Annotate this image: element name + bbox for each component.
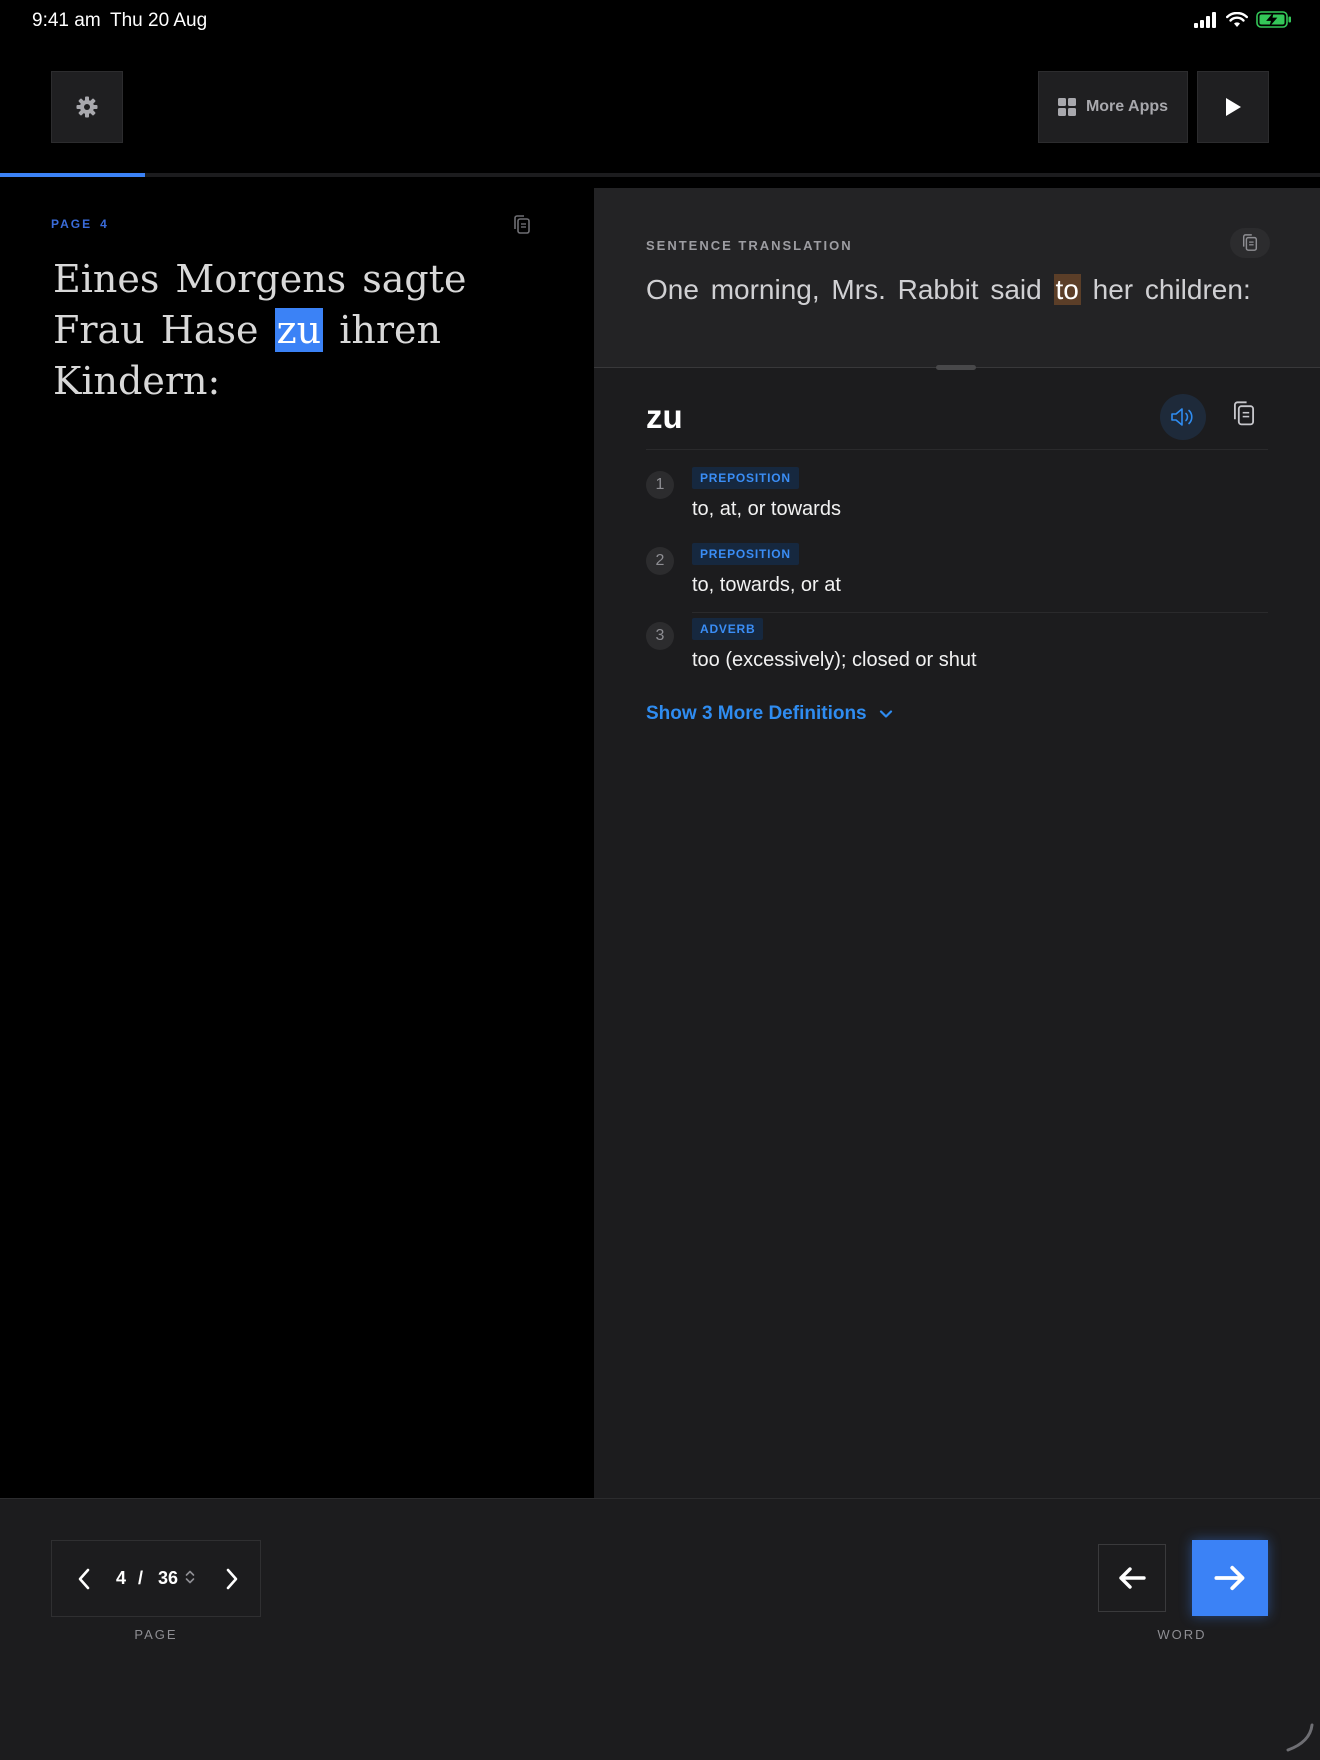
page-caption: PAGE <box>134 1627 178 1642</box>
headword-divider <box>646 449 1268 450</box>
wifi-icon <box>1226 11 1248 27</box>
headword: zu <box>646 398 683 435</box>
show-more-label: Show 3 More Definitions <box>646 703 867 724</box>
source-selected-word[interactable]: zu <box>274 308 324 352</box>
pronounce-button[interactable] <box>1160 394 1206 440</box>
next-page-button[interactable] <box>218 1565 246 1593</box>
definition-text: to, towards, or at <box>692 574 841 596</box>
definition-divider <box>692 612 1268 613</box>
speaker-icon <box>1171 408 1193 426</box>
play-button[interactable] <box>1197 71 1269 143</box>
apps-grid-icon <box>1057 98 1076 116</box>
part-of-speech-badge: PREPOSITION <box>692 467 799 489</box>
copy-word-button[interactable] <box>1231 399 1257 434</box>
copy-page-button[interactable] <box>512 214 532 241</box>
translation-label: SENTENCE TRANSLATION <box>646 238 853 253</box>
definition-number: 1 <box>646 471 674 499</box>
copy-icon <box>514 215 530 234</box>
resize-corner-icon <box>1286 1723 1314 1752</box>
translation-text-after: her children: <box>1092 274 1251 305</box>
status-time: 9:41 am <box>32 10 101 31</box>
current-page-number[interactable]: 4 <box>116 1568 126 1589</box>
part-of-speech-badge: ADVERB <box>692 618 764 640</box>
copy-icon <box>1233 401 1255 426</box>
resize-handle[interactable] <box>936 365 976 370</box>
previous-word-button[interactable] <box>1098 1544 1166 1612</box>
status-bar: 9:41 am Thu 20 Aug <box>0 0 1320 40</box>
status-icons <box>1194 11 1292 28</box>
settings-button[interactable] <box>51 71 123 143</box>
definition-text: to, at, or towards <box>692 498 841 520</box>
page-select-stepper[interactable] <box>184 1568 196 1591</box>
translation-highlighted-word: to <box>1053 274 1081 305</box>
gear-icon <box>76 96 98 118</box>
definition-number: 3 <box>646 622 674 650</box>
battery-charging-icon <box>1256 11 1291 28</box>
previous-page-button[interactable] <box>70 1565 98 1593</box>
definition-text: too (excessively); closed or shut <box>692 649 977 671</box>
next-word-button[interactable] <box>1192 1540 1268 1616</box>
part-of-speech-badge: PREPOSITION <box>692 543 799 565</box>
arrow-right-icon <box>1214 1565 1245 1591</box>
reading-progress-bar <box>0 173 1320 177</box>
word-caption: WORD <box>1157 1627 1207 1642</box>
definition-number: 2 <box>646 547 674 575</box>
translation-text-before: One morning, Mrs. Rabbit said <box>646 274 1042 305</box>
source-sentence: Eines Morgens sagte Frau Hase zu ihren K… <box>53 254 543 407</box>
cellular-signal-icon <box>1194 11 1216 28</box>
copy-icon <box>1242 234 1258 251</box>
page-pager: 4 / 36 <box>51 1540 261 1617</box>
play-icon <box>1226 98 1241 116</box>
page-separator: / <box>138 1568 144 1588</box>
chevron-right-icon <box>226 1568 238 1590</box>
definition-panel: SENTENCE TRANSLATION One morning, Mrs. R… <box>594 188 1320 1498</box>
translation-section: SENTENCE TRANSLATION One morning, Mrs. R… <box>594 188 1320 368</box>
page-label-text: PAGE <box>51 217 93 231</box>
total-pages[interactable]: 36 <box>158 1568 178 1589</box>
page-label-number: 4 <box>100 217 109 231</box>
copy-translation-button[interactable] <box>1230 228 1270 258</box>
chevron-left-icon <box>78 1568 90 1590</box>
more-apps-label: More Apps <box>1085 98 1169 115</box>
reading-progress-fill <box>0 173 146 177</box>
chevron-up-down-icon <box>185 1570 195 1584</box>
chevron-down-icon <box>879 710 892 718</box>
status-date: Thu 20 Aug <box>110 10 208 31</box>
arrow-left-icon <box>1119 1567 1146 1589</box>
show-more-definitions-button[interactable]: Show 3 More Definitions <box>646 703 893 725</box>
more-apps-button[interactable]: More Apps <box>1038 71 1188 143</box>
translation-sentence: One morning, Mrs. Rabbit said to her chi… <box>646 274 1251 306</box>
page-label: PAGE 4 <box>51 217 109 231</box>
